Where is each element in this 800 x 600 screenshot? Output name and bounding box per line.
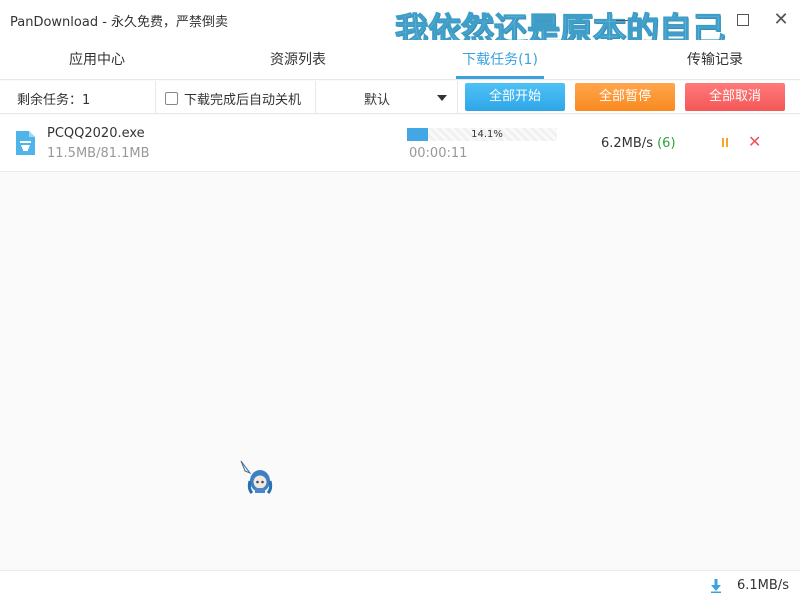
close-icon: ✕: [748, 132, 762, 151]
divider: [457, 81, 458, 113]
start-all-button[interactable]: 全部开始: [465, 83, 565, 111]
pause-icon: [726, 138, 728, 147]
download-speed: 6.2MB/s (6): [601, 136, 676, 151]
app-title: PanDownload - 永久免费，严禁倒卖: [10, 15, 229, 30]
tab-resource-list[interactable]: 资源列表: [238, 40, 358, 80]
task-toolbar: 剩余任务：1 下载完成后自动关机 默认 全部开始 全部暂停 全部取消: [0, 81, 800, 114]
pause-all-button[interactable]: 全部暂停: [575, 83, 675, 111]
close-button[interactable]: ✕: [769, 8, 793, 32]
mascot-cursor-icon: [240, 460, 273, 495]
sort-value: 默认: [364, 93, 391, 108]
executable-file-icon: [16, 131, 35, 155]
cancel-task-button[interactable]: ✕: [748, 134, 761, 150]
connection-count: (6): [657, 136, 676, 151]
elapsed-time: 00:00:11: [409, 146, 468, 161]
auto-shutdown-label: 下载完成后自动关机: [184, 93, 302, 108]
pause-icon: [722, 138, 724, 147]
total-speed: 6.1MB/s: [737, 578, 789, 593]
divider: [315, 81, 316, 113]
tab-app-center[interactable]: 应用中心: [37, 40, 157, 80]
auto-shutdown-checkbox[interactable]: [165, 92, 178, 105]
sort-select[interactable]: 默认: [320, 81, 452, 113]
maximize-icon: [737, 14, 749, 26]
tab-download-tasks[interactable]: 下载任务(1): [455, 40, 545, 80]
file-size: 11.5MB/81.1MB: [47, 146, 150, 161]
active-tab-indicator: [456, 76, 544, 79]
remaining-tasks-label: 剩余任务：1: [17, 93, 91, 108]
pause-task-button[interactable]: [719, 137, 731, 149]
speed-value: 6.2MB/s: [601, 136, 653, 151]
title-bar: PanDownload - 永久免费，严禁倒卖 我依然还是原本的自己 ✕: [0, 0, 800, 50]
download-task-row[interactable]: PCQQ2020.exe 11.5MB/81.1MB 14.1% 00:00:1…: [0, 115, 800, 172]
caret-down-icon: [437, 95, 447, 101]
progress-fill: [407, 128, 429, 141]
cancel-all-button[interactable]: 全部取消: [685, 83, 785, 111]
main-tabs: 应用中心 资源列表 下载任务(1) 传输记录: [0, 40, 800, 80]
maximize-button[interactable]: [731, 8, 755, 32]
divider: [155, 81, 156, 113]
download-arrow-icon: [711, 579, 721, 593]
minimize-button[interactable]: [610, 8, 634, 32]
tab-transfer-records[interactable]: 传输记录: [655, 40, 775, 80]
progress-percent: 14.1%: [471, 129, 503, 140]
auto-shutdown-option[interactable]: 下载完成后自动关机: [165, 89, 301, 108]
file-name: PCQQ2020.exe: [47, 126, 145, 141]
close-icon: ✕: [773, 9, 789, 30]
status-bar: 6.1MB/s: [0, 570, 800, 600]
progress-bar: 14.1%: [407, 128, 557, 141]
minimize-icon: [616, 19, 628, 21]
